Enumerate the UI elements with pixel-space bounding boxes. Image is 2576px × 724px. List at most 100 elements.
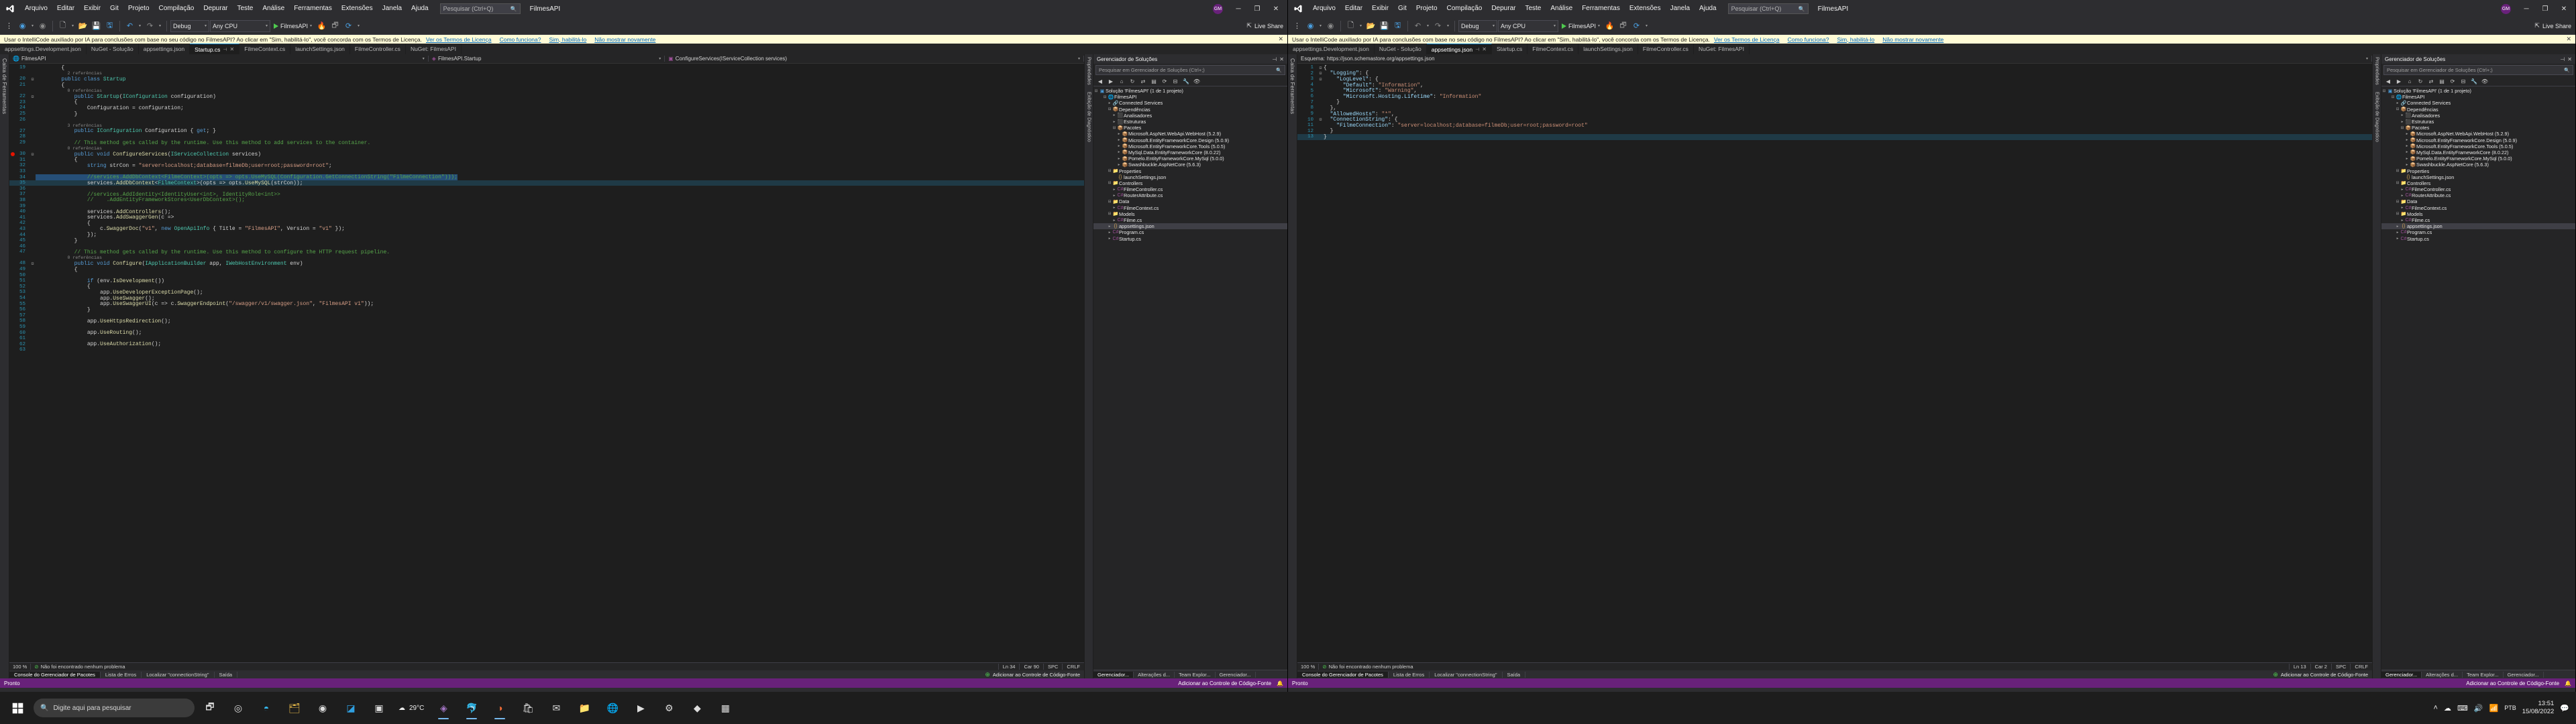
bottom-tab-output[interactable]: Saída [1503, 671, 1526, 678]
visual-studio-taskbar-icon[interactable]: ◈ [431, 695, 456, 721]
solution-tree-item[interactable]: ▸ 📦 MySql.Data.EntityFrameworkCore (8.0.22… [1093, 149, 1287, 156]
expander-icon[interactable]: ⊟ [2395, 107, 2400, 111]
solution-tree-item[interactable]: ⊟ 📁 Data [1093, 198, 1287, 204]
schema-select[interactable]: Esquema: https://json.schemastore.org/ap… [1297, 56, 2372, 62]
notification-link-terms[interactable]: Ver os Termos de Licença [1714, 36, 1780, 43]
solution-tree-right[interactable]: ⊟ ▣ Solução 'FilmesAPI' (1 de 1 projeto) ⊟ 🌐… [2381, 86, 2575, 670]
solution-tree-item[interactable]: ▸ C# RouterAttribute.cs [2381, 192, 2575, 198]
doc-tab[interactable]: launchSettings.json [290, 44, 350, 54]
right-dock-strip-right[interactable]: Propriedades Exibição de Diagnóstico [2372, 54, 2381, 678]
solution-tree-item[interactable]: ▸ ⬛ Analisadores [1093, 113, 1287, 119]
source-control-add-label[interactable]: Adicionar ao Controle de Código-Fonte [1178, 680, 1271, 686]
close-icon[interactable]: ✕ [1273, 36, 1283, 43]
mysql-workbench-taskbar-icon[interactable]: 🐬 [459, 695, 484, 721]
notification-link-how[interactable]: Como funciona? [1788, 36, 1829, 43]
solution-tree-item[interactable]: ⊟ 📁 Properties [1093, 168, 1287, 174]
menu-ajuda[interactable]: Ajuda [1695, 2, 1721, 15]
solution-tree-item[interactable]: ⊟ 📁 Data [2381, 198, 2575, 204]
solution-tree-item[interactable]: ▸ C# Program.cs [1093, 229, 1287, 235]
minimize-button-left[interactable]: ─ [1230, 1, 1247, 16]
expander-icon[interactable]: ⊟ [1107, 200, 1112, 204]
close-icon[interactable]: ✕ [1279, 56, 1284, 62]
mail-icon[interactable]: ✉ [543, 695, 569, 721]
solution-tree-item[interactable]: ▸ ⬛ Estruturas [1093, 119, 1287, 125]
menu-ajuda[interactable]: Ajuda [407, 2, 433, 15]
codelens-references[interactable]: 2 referências [36, 71, 101, 76]
properties-icon[interactable]: 🔧 [1181, 77, 1191, 86]
expander-icon[interactable]: ▸ [1107, 101, 1112, 105]
terminal-icon[interactable]: ▣ [366, 695, 392, 721]
menu-extensoes[interactable]: Extensões [337, 2, 378, 15]
menu-git[interactable]: Git [1393, 2, 1411, 15]
language-indicator[interactable]: PTB [2504, 705, 2516, 711]
menu-editar[interactable]: Editar [1340, 2, 1367, 15]
new-project-icon[interactable]: 🗋 [56, 19, 69, 33]
expander-icon[interactable]: ⊟ [2395, 212, 2400, 216]
expander-icon[interactable]: ▸ [1112, 120, 1117, 124]
codelens-references[interactable]: 0 referências [36, 255, 101, 260]
notification-center-icon[interactable]: 💬 [2560, 704, 2569, 713]
fold-toggle-icon[interactable]: ⊟ [1318, 71, 1324, 76]
collapse-all-icon[interactable]: ⊟ [1171, 77, 1180, 86]
solution-tree-item[interactable]: ▸ 📦 Microsoft.EntityFrameworkCore.Tools (5… [1093, 143, 1287, 149]
save-icon[interactable]: 💾 [90, 19, 103, 33]
start-button[interactable] [4, 695, 31, 721]
doc-tab[interactable]: FilmeController.cs [350, 44, 406, 54]
volume-icon[interactable]: 🔊 [2474, 704, 2483, 713]
footer-tab-changes[interactable]: Alterações d... [2422, 671, 2463, 678]
main-menu-right[interactable]: Arquivo Editar Exibir Git Projeto Compil… [1308, 2, 1721, 15]
cortana-icon[interactable]: ◎ [225, 695, 251, 721]
expander-icon[interactable]: ⊟ [2381, 89, 2387, 93]
expander-icon[interactable]: ▸ [2404, 132, 2410, 136]
solution-tree-item[interactable]: ▸ 📦 Swashbuckle.AspNetCore (5.6.3) [2381, 162, 2575, 168]
expander-icon[interactable]: ▸ [2400, 194, 2405, 198]
select-window-icon[interactable]: 🗗 [1617, 19, 1629, 33]
menu-teste[interactable]: Teste [232, 2, 258, 15]
solution-explorer-search-input[interactable]: Pesquisar em Gerenciador de Soluções (Ct… [1095, 65, 1285, 75]
expander-icon[interactable]: ⊟ [2390, 95, 2396, 99]
undo-dropdown-icon[interactable]: ▾ [1425, 19, 1431, 33]
close-button-right[interactable]: ✕ [2555, 1, 2573, 16]
expander-icon[interactable]: ⊟ [1112, 126, 1117, 130]
restore-button-left[interactable]: ❐ [1248, 1, 1266, 16]
network-icon[interactable]: ⌨ [2457, 704, 2468, 713]
solution-configuration-select[interactable]: Debug ▾ [170, 19, 209, 32]
undo-dropdown-icon[interactable]: ▾ [137, 19, 143, 33]
expander-icon[interactable]: ▸ [2400, 120, 2405, 124]
bottom-tab-package-console[interactable]: Console do Gerenciador de Pacotes [9, 671, 101, 678]
menu-depurar[interactable]: Depurar [199, 2, 232, 15]
save-all-icon[interactable]: 🖫 [1391, 19, 1404, 33]
sync-icon[interactable]: ⇄ [1138, 77, 1148, 86]
notification-link-enable[interactable]: Sim, habilitá-lo [1837, 36, 1874, 43]
avatar[interactable]: GM [1213, 3, 1223, 14]
expander-icon[interactable]: ▸ [2395, 231, 2400, 235]
taskbar-search-input[interactable]: 🔍 Digite aqui para pesquisar [34, 699, 195, 717]
file-explorer-icon[interactable]: 🗂 [282, 695, 307, 721]
footer-tab-team-explorer[interactable]: Team Explor... [1175, 671, 1216, 678]
solution-tree-item[interactable]: ⊟ 📁 Models [1093, 211, 1287, 217]
pin-icon[interactable]: ⊣ [1475, 47, 1479, 52]
solution-root-row[interactable]: ⊟ ▣ Solução 'FilmesAPI' (1 de 1 projeto) [2381, 88, 2575, 94]
expander-icon[interactable]: ▸ [2400, 219, 2405, 223]
quick-launch-search-input[interactable]: Pesquisar (Ctrl+Q) 🔍 [1727, 3, 1809, 14]
solution-tree-item[interactable]: ⊟ 📦 Dependências [1093, 107, 1287, 113]
solution-tree-item[interactable]: ▸ ⬛ Analisadores [2381, 113, 2575, 119]
new-project-dropdown-icon[interactable]: ▾ [70, 19, 76, 33]
solution-tree-item[interactable]: ▸ 📦 Swashbuckle.AspNetCore (5.6.3) [1093, 162, 1287, 168]
expander-icon[interactable]: ▸ [1107, 225, 1112, 229]
fold-toggle-icon[interactable]: ⊟ [30, 261, 36, 266]
solution-tree-item[interactable]: ⊟ 📦 Pacotes [2381, 125, 2575, 131]
quick-launch-search-input[interactable]: Pesquisar (Ctrl+Q) 🔍 [439, 3, 521, 14]
vscode-icon[interactable]: ◪ [338, 695, 364, 721]
menu-ferramentas[interactable]: Ferramentas [289, 2, 337, 15]
solution-tree-item[interactable]: ▸ 🔗 Connected Services [2381, 100, 2575, 106]
expander-icon[interactable]: ▸ [1112, 188, 1117, 192]
notification-link-enable[interactable]: Sim, habilitá-lo [549, 36, 586, 43]
expander-icon[interactable]: ▸ [1116, 150, 1122, 154]
fold-toggle-icon[interactable]: ⊟ [1318, 117, 1324, 122]
menu-projeto[interactable]: Projeto [1411, 2, 1442, 15]
doc-tab[interactable]: FilmeContext.cs [1527, 44, 1579, 54]
expander-icon[interactable]: ▸ [1112, 194, 1117, 198]
open-file-icon[interactable]: 📂 [1364, 19, 1377, 33]
navigate-forward-icon[interactable]: ◉ [1324, 19, 1337, 33]
